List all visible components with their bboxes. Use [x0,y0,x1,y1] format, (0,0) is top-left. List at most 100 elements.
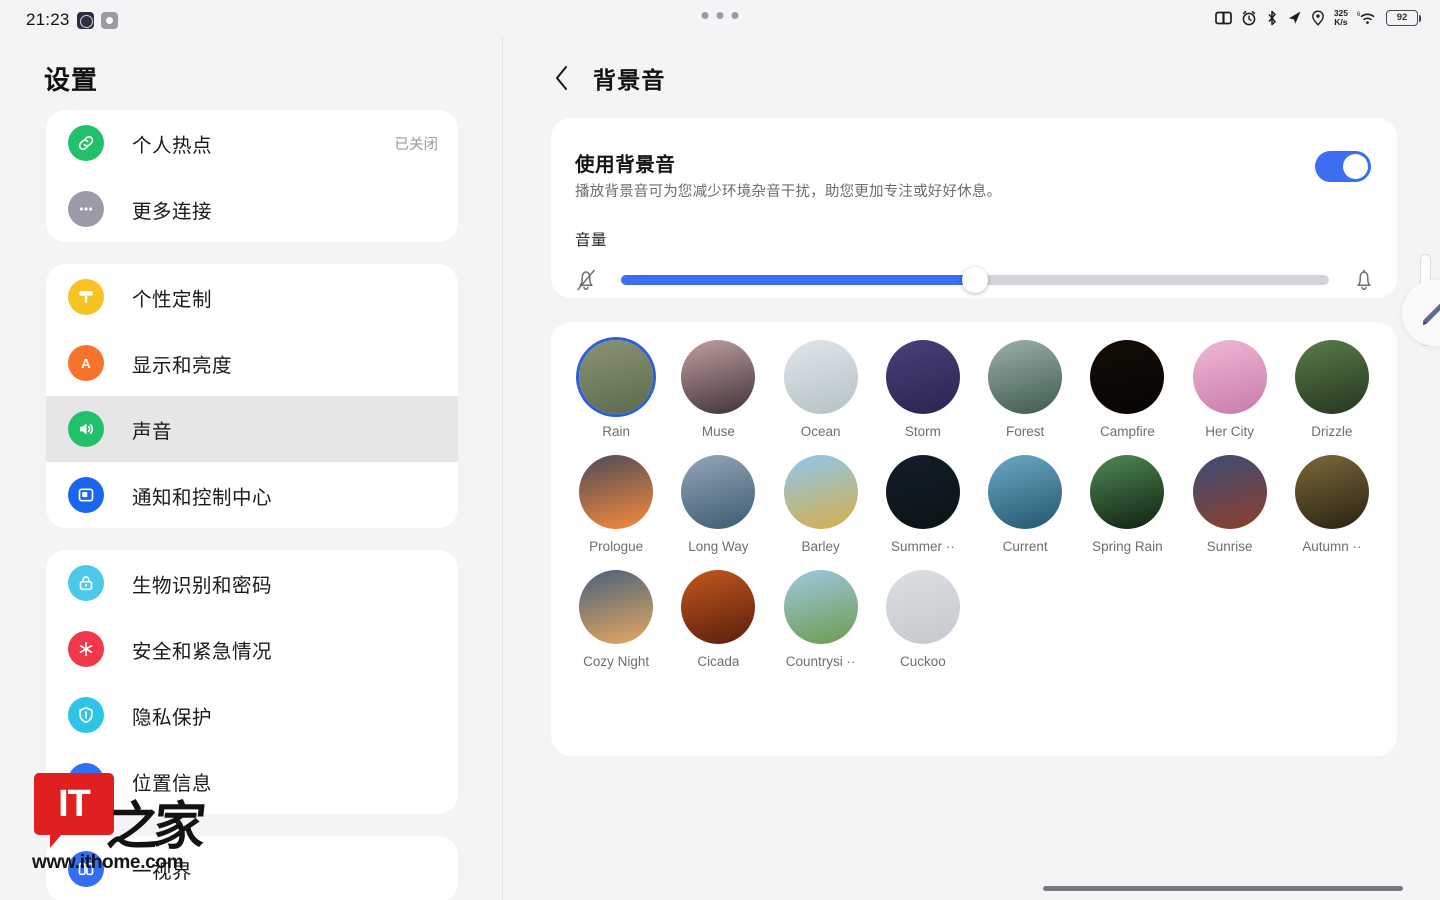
sidebar-item-0-g1[interactable]: 个性定制 [46,264,458,330]
sound-tile[interactable]: Cicada [667,570,769,669]
sound-label: Current [1003,539,1048,554]
sidebar-item-label: 位置信息 [132,767,212,796]
sound-tile[interactable]: Cozy Night [565,570,667,669]
sound-tile[interactable]: Prologue [565,455,667,554]
notification-panel-icon [68,477,104,513]
sound-thumbnail [1295,340,1369,414]
sound-label: Ocean [801,424,841,439]
sound-thumbnail [784,340,858,414]
status-bar-left: 21:23 [26,10,118,30]
sound-tile[interactable]: Barley [770,455,872,554]
multitask-handle[interactable] [702,12,739,19]
sound-thumbnail [681,455,755,529]
sidebar-item-value: 已关闭 [395,133,439,154]
lock-icon [68,565,104,601]
sound-tile[interactable]: Storm [872,340,974,439]
status-time: 21:23 [26,10,70,30]
bell-muted-icon [569,263,603,297]
status-bar-right: 325 K/s 6 92 [1215,9,1418,26]
svg-text:A: A [81,356,91,371]
sound-label: Campfire [1100,424,1155,439]
back-button[interactable] [545,61,579,95]
sound-tile[interactable]: Long Way [667,455,769,554]
sound-tile[interactable]: Forest [974,340,1076,439]
sidebar-item-3-g2[interactable]: 位置信息 [46,748,458,814]
sound-label: Her City [1205,424,1254,439]
battery-indicator: 92 [1386,10,1418,26]
sound-tile[interactable]: Current [974,455,1076,554]
sidebar-item-label: 更多连接 [132,195,212,224]
handle-dot [702,12,709,19]
sound-label: Spring Rain [1092,539,1163,554]
wifi-icon: 6 [1357,10,1377,26]
sound-thumbnail [579,340,653,414]
stylus-pen-widget[interactable] [1402,280,1440,346]
sound-tile[interactable]: Muse [667,340,769,439]
sound-thumbnail [1295,455,1369,529]
sound-tile[interactable]: Countrysi ·· [770,570,872,669]
sidebar-item-label: 通知和控制中心 [132,481,272,510]
sound-label: Rain [602,424,630,439]
handle-dot [732,12,739,19]
bluetooth-icon [1266,10,1278,26]
ellipsis-icon [68,191,104,227]
sound-tile[interactable]: Rain [565,340,667,439]
volume-slider[interactable] [621,275,1329,285]
location-pin-icon [68,763,104,799]
sound-label: Autumn ·· [1302,539,1361,554]
shield-icon [68,697,104,733]
sound-grid: Rain Muse Ocean StormForest Campfire Her City… [565,340,1383,669]
bell-icon [1347,263,1381,297]
asterisk-icon [68,631,104,667]
sound-tile[interactable]: Autumn ·· [1281,455,1383,554]
sound-label: Muse [702,424,735,439]
sound-tile[interactable]: Cuckoo [872,570,974,669]
background-sound-card: 使用背景音 播放背景音可为您减少环境杂音干扰，助您更加专注或好好休息。 音量 [551,118,1397,298]
sound-label: Countrysi ·· [786,654,856,669]
sidebar-item-3-g1[interactable]: 通知和控制中心 [46,462,458,528]
sound-tile[interactable]: Sunrise [1179,455,1281,554]
detail-header: 背景音 [503,36,1440,120]
sidebar-item-label: 生物识别和密码 [132,569,272,598]
record-icon [101,12,118,29]
sound-label: Sunrise [1207,539,1253,554]
sound-tile[interactable]: Summer ·· [872,455,974,554]
sound-thumbnail [886,570,960,644]
sound-tile[interactable]: Her City [1179,340,1281,439]
home-indicator [1043,886,1403,891]
book-mode-icon [1215,11,1232,25]
sidebar-item-2-g1[interactable]: 声音 [46,396,458,462]
sidebar-item-1-g0[interactable]: 更多连接 [46,176,458,242]
sidebar-item-label: 个人热点 [132,129,212,158]
navigation-arrow-icon [1287,10,1302,25]
stylus-pen-icon [1415,293,1440,333]
sound-label: Prologue [589,539,643,554]
sound-thumbnail [681,340,755,414]
settings-sidebar: 设置 个人热点已关闭更多连接个性定制A显示和亮度声音通知和控制中心生物识别和密码… [0,36,502,900]
sound-tile[interactable]: Campfire [1076,340,1178,439]
sound-label: Long Way [688,539,748,554]
sidebar-item-0-g2[interactable]: 生物识别和密码 [46,550,458,616]
sound-tile[interactable]: Spring Rain [1076,455,1178,554]
sound-label: Cuckoo [900,654,946,669]
sidebar-group: 个性定制A显示和亮度声音通知和控制中心 [46,264,458,528]
page-title: 设置 [44,60,98,97]
volume-slider-thumb[interactable] [962,267,988,293]
sidebar-item-1-g2[interactable]: 安全和紧急情况 [46,616,458,682]
sidebar-item-0-g3[interactable]: 一视界 [46,836,458,900]
toggle-knob [1343,154,1368,179]
status-bar: 21:23 325 [0,0,1440,36]
sound-tile[interactable]: Ocean [770,340,872,439]
sound-thumbnail [1193,340,1267,414]
detail-pane: 背景音 使用背景音 播放背景音可为您减少环境杂音干扰，助您更加专注或好好休息。 … [503,36,1440,900]
sidebar-item-0-g0[interactable]: 个人热点 已关闭 [46,110,458,176]
battery-level: 92 [1397,12,1408,23]
sidebar-group: 个人热点 已关闭更多连接 [46,110,458,242]
sidebar-item-label: 声音 [132,415,172,444]
sidebar-item-2-g2[interactable]: 隐私保护 [46,682,458,748]
sidebar-group: 生物识别和密码安全和紧急情况隐私保护位置信息 [46,550,458,814]
sidebar-item-1-g1[interactable]: A显示和亮度 [46,330,458,396]
sound-thumbnail [1090,340,1164,414]
background-sound-toggle[interactable] [1315,151,1371,182]
sound-tile[interactable]: Drizzle [1281,340,1383,439]
